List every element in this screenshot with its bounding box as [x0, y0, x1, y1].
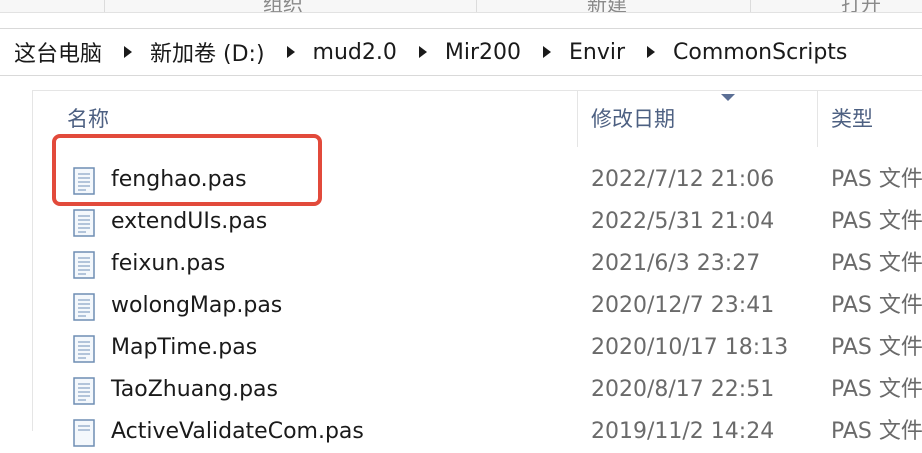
text-file-icon — [73, 419, 95, 447]
column-divider[interactable] — [817, 91, 818, 147]
file-date: 2019/11/2 14:24 — [591, 419, 775, 444]
file-date: 2020/10/17 18:13 — [591, 335, 789, 360]
text-file-icon — [73, 251, 95, 279]
sort-descending-icon — [721, 94, 735, 101]
file-name: wolongMap.pas — [111, 293, 283, 318]
column-header-type[interactable]: 类型 — [831, 91, 922, 147]
ribbon-group-organize[interactable]: 组织 — [104, 0, 477, 12]
file-row[interactable]: feixun.pas 2021/6/3 23:27 PAS 文件 — [33, 243, 922, 285]
breadcrumb-mir200[interactable]: Mir200 — [445, 40, 521, 65]
file-type: PAS 文件 — [831, 377, 922, 402]
breadcrumb-separator-icon[interactable] — [647, 46, 656, 58]
ribbon-label-new: 新建 — [587, 0, 627, 13]
ribbon-group-new[interactable]: 新建 — [476, 0, 751, 12]
file-row[interactable]: ActiveValidateCom.pas 2019/11/2 14:24 PA… — [33, 411, 922, 453]
breadcrumb-separator-icon[interactable] — [286, 46, 295, 58]
breadcrumb-drive[interactable]: 新加卷 (D:) — [150, 36, 265, 68]
file-date: 2022/5/31 21:04 — [591, 209, 775, 234]
breadcrumb-commonscripts[interactable]: CommonScripts — [673, 40, 847, 65]
file-type: PAS 文件 — [831, 419, 922, 444]
ribbon-label-open: 打开 — [841, 0, 881, 13]
breadcrumb-separator-icon[interactable] — [418, 46, 427, 58]
file-date: 2020/8/17 22:51 — [591, 377, 775, 402]
highlight-annotation — [52, 134, 322, 206]
file-type: PAS 文件 — [831, 335, 922, 360]
ribbon-label-organize: 组织 — [263, 0, 303, 13]
file-row[interactable]: MapTime.pas 2020/10/17 18:13 PAS 文件 — [33, 327, 922, 369]
breadcrumb-separator-icon[interactable] — [124, 46, 133, 58]
file-date: 2021/6/3 23:27 — [591, 251, 761, 276]
file-row[interactable]: extendUIs.pas 2022/5/31 21:04 PAS 文件 — [33, 201, 922, 243]
breadcrumb-separator-icon[interactable] — [543, 46, 551, 58]
file-name: MapTime.pas — [111, 335, 258, 360]
file-type: PAS 文件 — [831, 209, 922, 234]
file-row[interactable]: TaoZhuang.pas 2020/8/17 22:51 PAS 文件 — [33, 369, 922, 411]
file-name: extendUIs.pas — [111, 209, 268, 234]
file-name: feixun.pas — [111, 251, 226, 276]
text-file-icon — [73, 293, 95, 321]
ribbon: 组织 新建 打开 — [0, 0, 922, 13]
file-type: PAS 文件 — [831, 251, 922, 276]
text-file-icon — [73, 335, 95, 363]
column-header-date[interactable]: 修改日期 — [591, 91, 817, 147]
breadcrumb-this-pc[interactable]: 这台电脑 — [14, 36, 102, 68]
address-bar[interactable]: 这台电脑 新加卷 (D:) mud2.0 Mir200 Envir Common… — [0, 28, 922, 76]
ribbon-group-open[interactable]: 打开 — [750, 0, 922, 12]
file-name: ActiveValidateCom.pas — [111, 419, 364, 444]
file-type: PAS 文件 — [831, 167, 922, 192]
file-row[interactable]: wolongMap.pas 2020/12/7 23:41 PAS 文件 — [33, 285, 922, 327]
breadcrumb-mud[interactable]: mud2.0 — [313, 40, 397, 65]
file-date: 2020/12/7 23:41 — [591, 293, 775, 318]
file-name: TaoZhuang.pas — [111, 377, 278, 402]
text-file-icon — [73, 377, 95, 405]
file-type: PAS 文件 — [831, 293, 922, 318]
column-divider[interactable] — [577, 91, 578, 147]
breadcrumb-envir[interactable]: Envir — [569, 40, 625, 65]
file-date: 2022/7/12 21:06 — [591, 167, 775, 192]
text-file-icon — [73, 209, 95, 237]
